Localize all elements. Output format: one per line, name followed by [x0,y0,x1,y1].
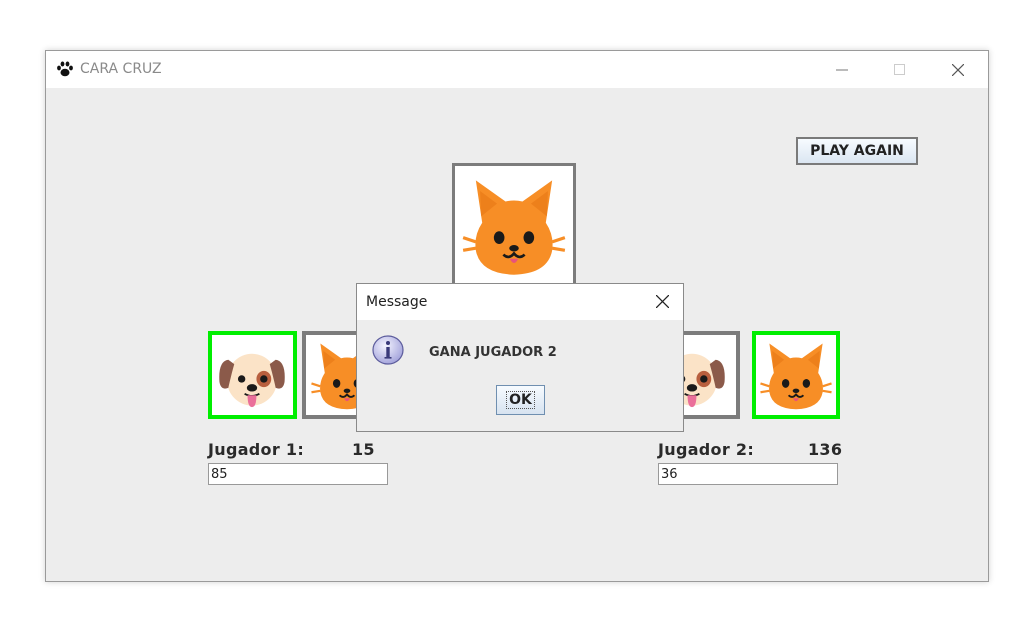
player2-card-cat[interactable] [752,331,840,419]
message-dialog: Message GANA JUGADOR 2 OK [356,283,684,432]
info-icon [371,333,405,367]
player2-label: Jugador 2: [658,440,755,459]
minimize-icon [836,69,848,71]
window-title: CARA CRUZ [80,61,162,77]
center-card [452,163,576,287]
maximize-icon [894,64,905,75]
player1-card-dog[interactable] [208,331,297,419]
player1-label: Jugador 1: [208,440,305,459]
ok-button-label: OK [506,391,535,409]
close-icon [656,295,669,308]
maximize-button[interactable] [877,51,923,88]
play-again-button[interactable]: PLAY AGAIN [796,137,918,165]
dog-face-icon [218,352,286,409]
dialog-title-bar[interactable]: Message [357,284,683,320]
cat-face-icon [461,178,567,277]
close-icon [952,64,964,76]
dialog-close-button[interactable] [649,290,677,314]
ok-button[interactable]: OK [496,385,545,415]
player1-bet-input[interactable]: 85 [208,463,388,485]
player2-score: 136 [808,440,843,459]
dialog-title: Message [366,294,428,310]
close-button[interactable] [935,51,981,88]
title-bar[interactable]: CARA CRUZ [46,51,988,88]
minimize-button[interactable] [819,51,865,88]
player1-score: 15 [352,440,375,459]
player2-bet-input[interactable]: 36 [658,463,838,485]
cat-face-icon [759,342,833,411]
paw-icon [56,60,74,78]
dialog-message: GANA JUGADOR 2 [429,345,557,360]
